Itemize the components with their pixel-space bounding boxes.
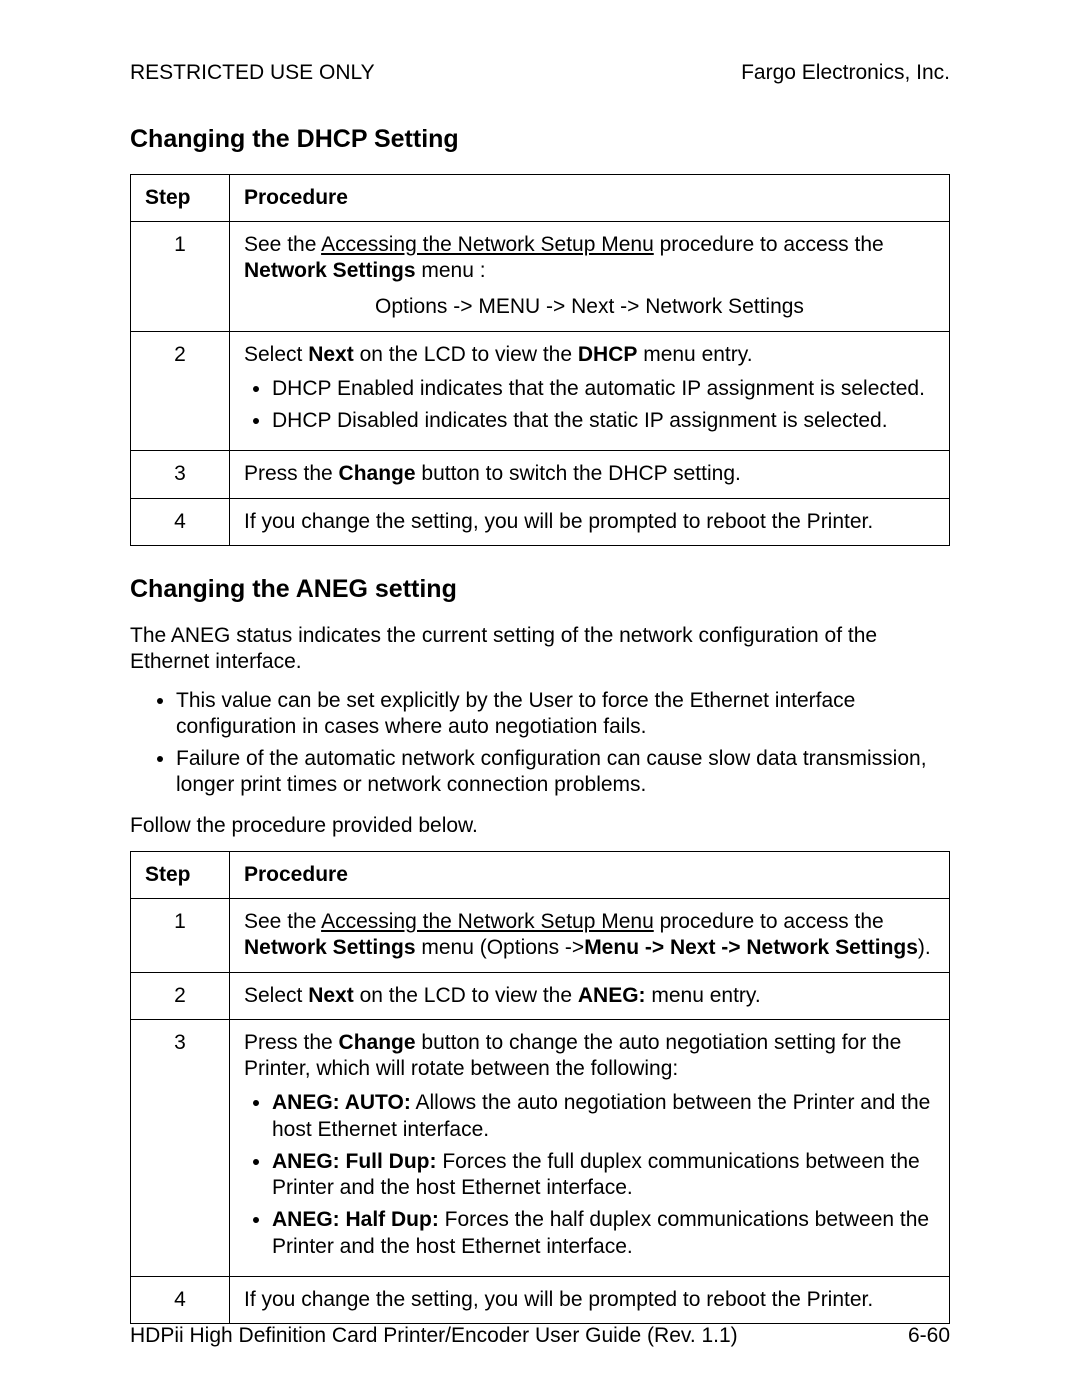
col-step: Step — [131, 174, 230, 221]
table-row: 4 If you change the setting, you will be… — [131, 1276, 950, 1323]
step-number: 4 — [131, 498, 230, 545]
list-item: ANEG: Half Dup: Forces the half duplex c… — [272, 1207, 935, 1260]
text: Select — [244, 984, 308, 1007]
intro-paragraph: The ANEG status indicates the current se… — [130, 623, 950, 676]
table-row: 3 Press the Change button to change the … — [131, 1019, 950, 1276]
bold-text: Change — [339, 1031, 416, 1054]
text: See the — [244, 910, 321, 933]
procedure-cell: If you change the setting, you will be p… — [230, 498, 950, 545]
list-item: DHCP Enabled indicates that the automati… — [272, 376, 935, 402]
text: Press the — [244, 1031, 339, 1054]
text: menu : — [416, 259, 486, 282]
body-bullet-list: This value can be set explicitly by the … — [130, 688, 950, 799]
table-row: 4 If you change the setting, you will be… — [131, 498, 950, 545]
text: ). — [918, 936, 931, 959]
menu-path: Options -> MENU -> Next -> Network Setti… — [244, 294, 935, 320]
step-number: 4 — [131, 1276, 230, 1323]
follow-text: Follow the procedure provided below. — [130, 813, 950, 839]
text: menu (Options -> — [416, 936, 585, 959]
table-header-row: Step Procedure — [131, 851, 950, 898]
heading-dhcp: Changing the DHCP Setting — [130, 124, 950, 155]
procedure-cell: If you change the setting, you will be p… — [230, 1276, 950, 1323]
page: RESTRICTED USE ONLY Fargo Electronics, I… — [0, 0, 1080, 1397]
bold-text: Network Settings — [244, 259, 416, 282]
text: menu entry. — [646, 984, 761, 1007]
aneg-table: Step Procedure 1 See the Accessing the N… — [130, 851, 950, 1324]
table-row: 2 Select Next on the LCD to view the DHC… — [131, 331, 950, 451]
bold-text: Network Settings — [244, 936, 416, 959]
procedure-cell: See the Accessing the Network Setup Menu… — [230, 221, 950, 331]
page-header: RESTRICTED USE ONLY Fargo Electronics, I… — [130, 60, 950, 86]
list-item: DHCP Disabled indicates that the static … — [272, 408, 935, 434]
bold-text: Change — [339, 462, 416, 485]
step-number: 2 — [131, 972, 230, 1019]
table-row: 2 Select Next on the LCD to view the ANE… — [131, 972, 950, 1019]
procedure-cell: Press the Change button to switch the DH… — [230, 451, 950, 498]
page-footer: HDPii High Definition Card Printer/Encod… — [130, 1323, 950, 1349]
col-procedure: Procedure — [230, 851, 950, 898]
step-number: 3 — [131, 1019, 230, 1276]
list-item: Failure of the automatic network configu… — [176, 746, 950, 799]
bold-text: Next — [308, 984, 354, 1007]
procedure-cell: Select Next on the LCD to view the DHCP … — [230, 331, 950, 451]
bold-text: ANEG: Full Dup: — [272, 1150, 436, 1173]
procedure-cell: Select Next on the LCD to view the ANEG:… — [230, 972, 950, 1019]
bold-text: ANEG: Half Dup: — [272, 1208, 439, 1231]
text: Press the — [244, 462, 339, 485]
text: procedure to access the — [654, 910, 884, 933]
col-procedure: Procedure — [230, 174, 950, 221]
text: button to switch the DHCP setting. — [416, 462, 741, 485]
table-header-row: Step Procedure — [131, 174, 950, 221]
procedure-cell: Press the Change button to change the au… — [230, 1019, 950, 1276]
bold-text: Menu -> Next -> Network Settings — [584, 936, 918, 959]
link-text: Accessing the Network Setup Menu — [321, 233, 654, 256]
bold-text: ANEG: AUTO: — [272, 1091, 411, 1114]
text: on the LCD to view the — [354, 343, 578, 366]
footer-left: HDPii High Definition Card Printer/Encod… — [130, 1323, 738, 1349]
bullet-list: ANEG: AUTO: Allows the auto negotiation … — [244, 1090, 935, 1260]
step-number: 2 — [131, 331, 230, 451]
col-step: Step — [131, 851, 230, 898]
list-item: ANEG: Full Dup: Forces the full duplex c… — [272, 1149, 935, 1202]
text: menu entry. — [637, 343, 752, 366]
table-row: 3 Press the Change button to switch the … — [131, 451, 950, 498]
step-number: 1 — [131, 899, 230, 973]
bullet-list: DHCP Enabled indicates that the automati… — [244, 376, 935, 435]
dhcp-table: Step Procedure 1 See the Accessing the N… — [130, 174, 950, 546]
table-row: 1 See the Accessing the Network Setup Me… — [131, 221, 950, 331]
text: on the LCD to view the — [354, 984, 578, 1007]
list-item: This value can be set explicitly by the … — [176, 688, 950, 741]
step-number: 3 — [131, 451, 230, 498]
link-text: Accessing the Network Setup Menu — [321, 910, 654, 933]
step-number: 1 — [131, 221, 230, 331]
heading-aneg: Changing the ANEG setting — [130, 574, 950, 605]
list-item: ANEG: AUTO: Allows the auto negotiation … — [272, 1090, 935, 1143]
footer-right: 6-60 — [908, 1323, 950, 1349]
header-left: RESTRICTED USE ONLY — [130, 60, 375, 86]
bold-text: DHCP — [578, 343, 638, 366]
bold-text: ANEG: — [578, 984, 646, 1007]
header-right: Fargo Electronics, Inc. — [741, 60, 950, 86]
bold-text: Next — [308, 343, 354, 366]
table-row: 1 See the Accessing the Network Setup Me… — [131, 899, 950, 973]
text: See the — [244, 233, 321, 256]
procedure-cell: See the Accessing the Network Setup Menu… — [230, 899, 950, 973]
text: Select — [244, 343, 308, 366]
text: procedure to access the — [654, 233, 884, 256]
